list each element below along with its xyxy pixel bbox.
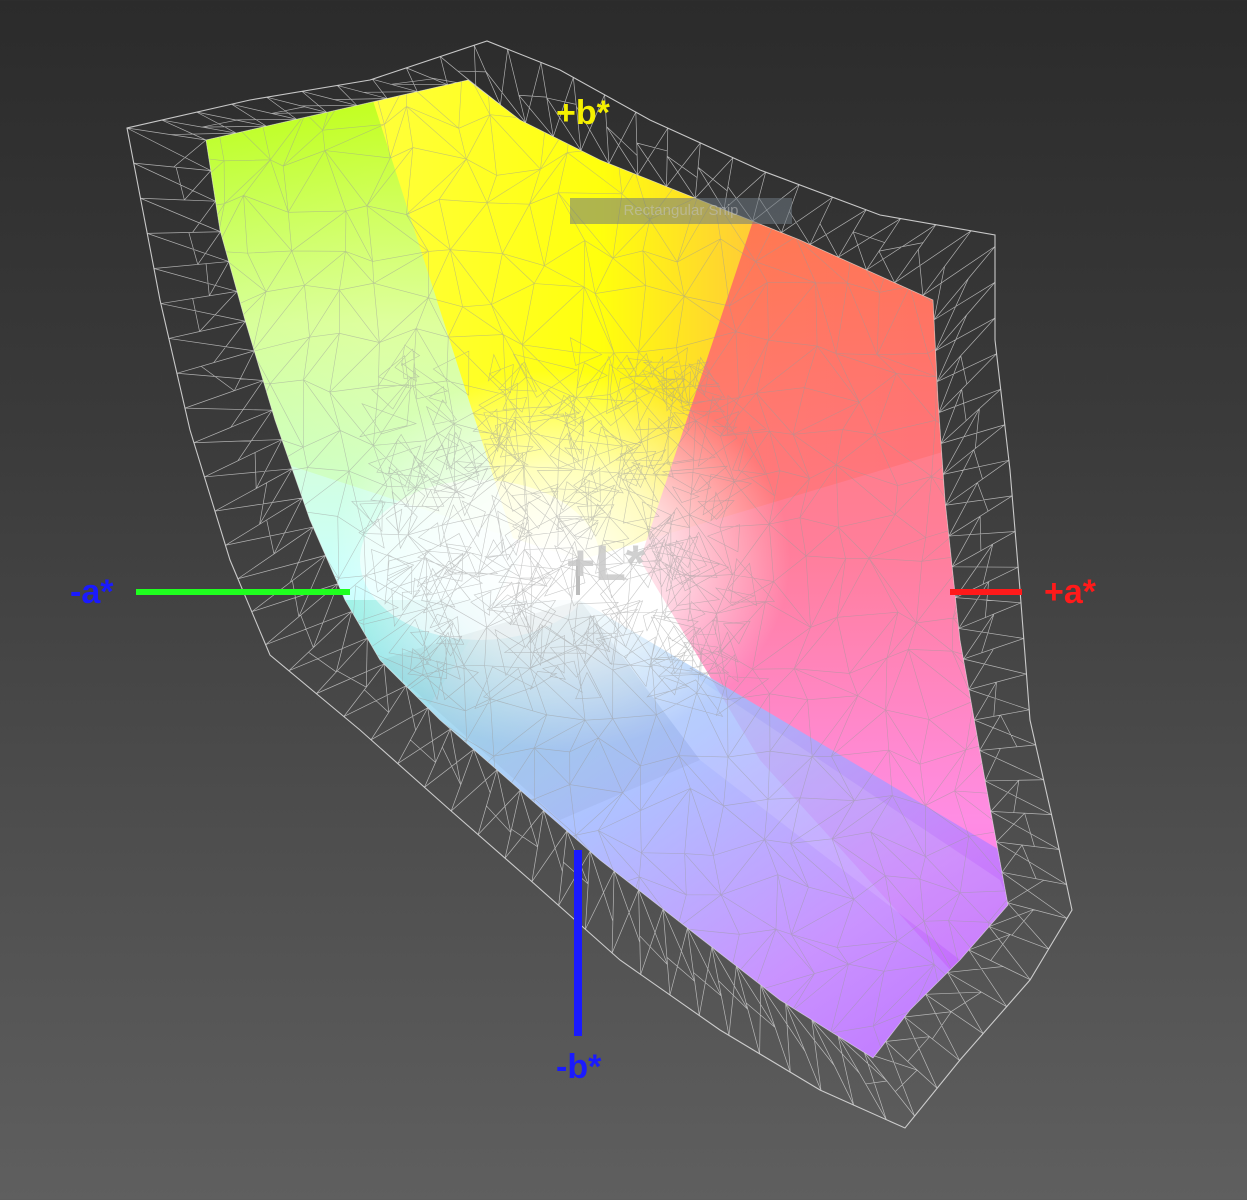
axis-label-plus-a: +a* xyxy=(1044,573,1096,611)
snip-overlay: Rectangular Snip xyxy=(570,198,792,224)
gamut-3d-view: Rectangular Snip -a* +a* +b* -b* +L* xyxy=(0,0,1247,1200)
axis-label-minus-a: -a* xyxy=(70,573,114,611)
axis-label-plus-l: +L* xyxy=(566,535,646,591)
axis-label-minus-b: -b* xyxy=(556,1048,602,1086)
axis-label-plus-b: +b* xyxy=(556,94,610,132)
